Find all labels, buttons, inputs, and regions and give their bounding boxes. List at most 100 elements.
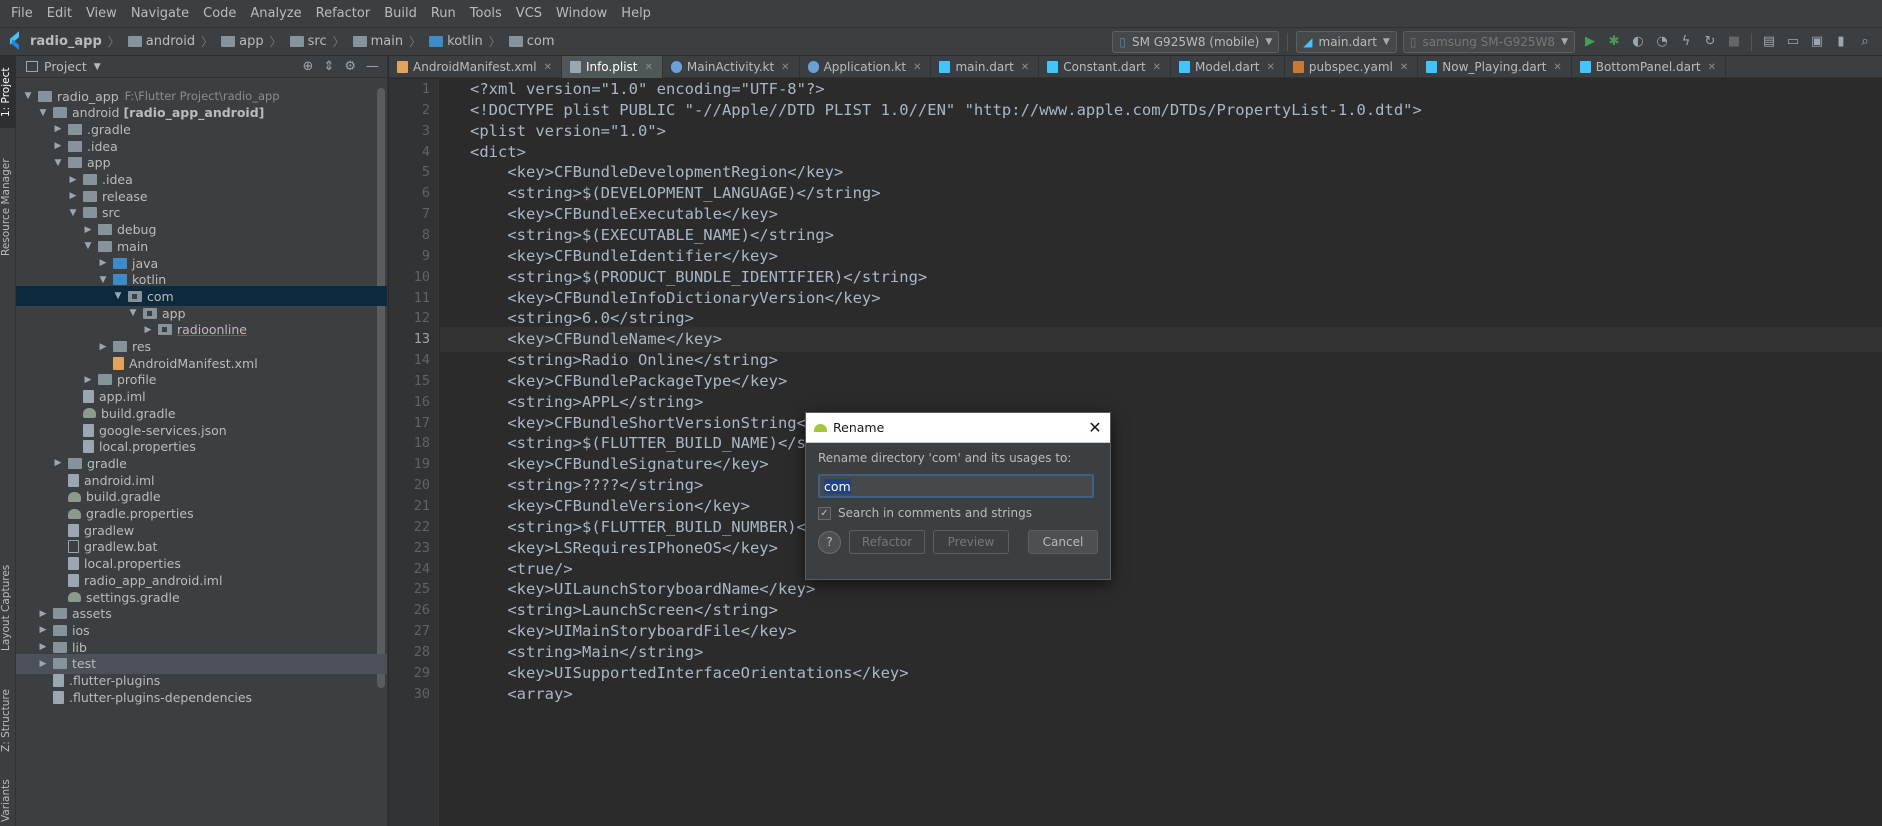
search-icon[interactable]: ⌕ <box>1856 33 1874 51</box>
toolbar-divider <box>1287 32 1289 51</box>
close-icon[interactable]: ✕ <box>913 62 921 73</box>
chevron-down-icon[interactable]: ▼ <box>94 62 101 72</box>
expanded-arrow-icon[interactable]: ▼ <box>37 108 49 118</box>
menu-item-tools[interactable]: Tools <box>463 0 509 27</box>
expanded-arrow-icon[interactable]: ▼ <box>82 241 94 251</box>
collapsed-arrow-icon[interactable]: ▶ <box>37 642 49 652</box>
editor-tab[interactable]: BottomPanel.dart ✕ <box>1572 56 1726 78</box>
expanded-arrow-icon[interactable]: ▼ <box>112 291 124 301</box>
breadcrumb-item[interactable]: android 〉 <box>124 33 217 50</box>
close-icon[interactable]: ✕ <box>645 62 653 73</box>
tool-tab-project[interactable]: 1: Project <box>0 56 16 128</box>
collapsed-arrow-icon[interactable]: ▶ <box>82 375 94 385</box>
collapsed-arrow-icon[interactable]: ▶ <box>52 458 64 468</box>
menu-item-help[interactable]: Help <box>614 0 658 27</box>
refactor-button[interactable]: Refactor <box>849 530 925 554</box>
menu-item-build[interactable]: Build <box>377 0 424 27</box>
hide-panel-icon[interactable]: — <box>366 59 379 74</box>
expanded-arrow-icon[interactable]: ▼ <box>67 208 79 218</box>
menu-item-analyze[interactable]: Analyze <box>243 0 308 27</box>
tool-tab-layout-captures[interactable]: Layout Captures <box>0 556 16 660</box>
editor-tab[interactable]: MainActivity.kt ✕ <box>663 56 800 78</box>
checkbox-check-icon[interactable]: ✓ <box>818 506 831 520</box>
editor-tab[interactable]: main.dart ✕ <box>931 56 1040 78</box>
editor-tab[interactable]: Model.dart ✕ <box>1171 56 1285 78</box>
code-editor[interactable]: <?xml version="1.0" encoding="UTF-8"?> <!… <box>440 79 1882 826</box>
stop-icon[interactable]: ■ <box>1725 33 1743 51</box>
collapsed-arrow-icon[interactable]: ▶ <box>37 609 49 619</box>
close-icon[interactable]: ✕ <box>1080 418 1110 437</box>
editor-tab[interactable]: Info.plist ✕ <box>561 56 663 78</box>
collapsed-arrow-icon[interactable]: ▶ <box>52 124 64 134</box>
help-button[interactable]: ? <box>818 530 841 554</box>
menu-item-file[interactable]: File <box>4 0 40 27</box>
device-selector[interactable]: ▯ SM G925W8 (mobile) ▼ <box>1112 30 1280 53</box>
hot-restart-icon[interactable]: ↻ <box>1701 33 1719 51</box>
run-config-selector[interactable]: ◢ main.dart ▼ <box>1296 30 1397 53</box>
tree-item-label: main <box>117 238 149 254</box>
collapsed-arrow-icon[interactable]: ▶ <box>37 625 49 635</box>
menu-item-refactor[interactable]: Refactor <box>309 0 378 27</box>
search-comments-checkbox[interactable]: ✓ Search in comments and strings <box>818 506 1098 520</box>
close-icon[interactable]: ✕ <box>1708 62 1716 73</box>
breadcrumb-item[interactable]: radio_app 〉 <box>26 33 124 50</box>
locate-file-icon[interactable]: ⊕ <box>303 59 314 74</box>
collapsed-arrow-icon[interactable]: ▶ <box>52 141 64 151</box>
menu-item-code[interactable]: Code <box>196 0 243 27</box>
breadcrumb-item[interactable]: com <box>505 34 559 49</box>
editor-tab[interactable]: Now_Playing.dart ✕ <box>1418 56 1572 78</box>
menu-item-view[interactable]: View <box>79 0 124 27</box>
editor-tab[interactable]: Application.kt ✕ <box>800 56 932 78</box>
expanded-arrow-icon[interactable]: ▼ <box>97 275 109 285</box>
collapsed-arrow-icon[interactable]: ▶ <box>97 342 109 352</box>
tool-tab-structure[interactable]: Z: Structure <box>0 681 16 761</box>
cancel-button[interactable]: Cancel <box>1028 530 1098 554</box>
collapsed-arrow-icon[interactable]: ▶ <box>67 191 79 201</box>
project-structure-icon[interactable]: ▤ <box>1760 33 1778 51</box>
menu-item-run[interactable]: Run <box>424 0 463 27</box>
editor-tab[interactable]: AndroidManifest.xml ✕ <box>389 56 562 78</box>
sdk-manager-icon[interactable]: ▣ <box>1808 33 1826 51</box>
close-icon[interactable]: ✕ <box>781 62 789 73</box>
expanded-arrow-icon[interactable]: ▼ <box>52 158 64 168</box>
debug-icon[interactable]: ✱ <box>1605 33 1623 51</box>
editor-tab[interactable]: pubspec.yaml ✕ <box>1285 56 1419 78</box>
close-icon[interactable]: ✕ <box>1400 62 1408 73</box>
expanded-arrow-icon[interactable]: ▼ <box>22 91 34 101</box>
device-file-icon[interactable]: ▮ <box>1832 33 1850 51</box>
close-icon[interactable]: ✕ <box>544 62 552 73</box>
menu-item-navigate[interactable]: Navigate <box>124 0 196 27</box>
expanded-arrow-icon[interactable]: ▼ <box>127 308 139 318</box>
close-icon[interactable]: ✕ <box>1021 62 1029 73</box>
menu-item-window[interactable]: Window <box>549 0 614 27</box>
breadcrumb-item[interactable]: kotlin 〉 <box>425 33 505 50</box>
breadcrumb-item[interactable]: main 〉 <box>349 33 426 50</box>
menu-item-edit[interactable]: Edit <box>40 0 79 27</box>
breadcrumb-item[interactable]: src 〉 <box>286 33 349 50</box>
collapsed-arrow-icon[interactable]: ▶ <box>67 175 79 185</box>
collapsed-arrow-icon[interactable]: ▶ <box>37 659 49 669</box>
collapsed-arrow-icon[interactable]: ▶ <box>142 325 154 335</box>
tree-item[interactable]: ▶.flutter-plugins-dependencies <box>16 687 387 707</box>
gear-icon[interactable]: ⚙ <box>344 59 356 74</box>
close-icon[interactable]: ✕ <box>1153 62 1161 73</box>
run-icon[interactable]: ▶ <box>1581 33 1599 51</box>
collapsed-arrow-icon[interactable]: ▶ <box>97 258 109 268</box>
project-panel-title[interactable]: Project <box>44 59 87 74</box>
close-icon[interactable]: ✕ <box>1267 62 1275 73</box>
avd-manager-icon[interactable]: ▭ <box>1784 33 1802 51</box>
close-icon[interactable]: ✕ <box>1553 62 1561 73</box>
tool-tab-resource-manager[interactable]: Resource Manager <box>0 151 16 263</box>
tool-tab-variants[interactable]: Variants <box>0 776 16 826</box>
profile-icon[interactable]: ◔ <box>1653 33 1671 51</box>
new-name-input[interactable]: com <box>818 474 1094 498</box>
collapsed-arrow-icon[interactable]: ▶ <box>82 225 94 235</box>
coverage-icon[interactable]: ◐ <box>1629 33 1647 51</box>
preview-button[interactable]: Preview <box>933 530 1009 554</box>
collapse-all-icon[interactable]: ⇕ <box>323 59 334 74</box>
editor-tab[interactable]: Constant.dart ✕ <box>1039 56 1172 78</box>
target-selector[interactable]: ▯ samsung SM-G925W8 ▼ <box>1402 30 1575 53</box>
breadcrumb-item[interactable]: app 〉 <box>217 33 286 50</box>
menu-item-vcs[interactable]: VCS <box>509 0 549 27</box>
hot-reload-icon[interactable]: ϟ <box>1677 33 1695 51</box>
